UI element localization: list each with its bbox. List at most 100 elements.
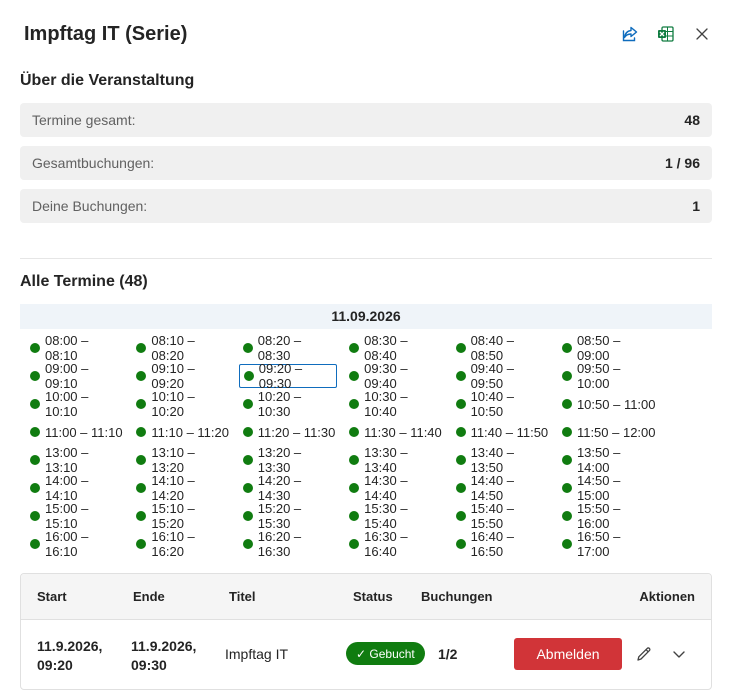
stat-label: Gesamtbuchungen: [32, 155, 155, 171]
time-slot[interactable]: 10:20 – 10:30 [239, 389, 337, 419]
status-dot [136, 483, 147, 493]
time-slot[interactable]: 10:50 – 11:00 [558, 392, 656, 416]
time-slot-label: 16:20 – 16:30 [257, 529, 302, 559]
table-row: 11.9.2026, 09:20 11.9.2026, 09:30 Impfta… [21, 620, 711, 690]
time-slot-label: 11:30 – 11:40 [364, 424, 442, 440]
time-slot-selected[interactable]: 09:20 – 09:30 [238, 361, 337, 391]
time-slot[interactable]: 09:30 – 09:40 [345, 361, 443, 391]
time-slot[interactable]: 11:50 – 12:00 [558, 420, 656, 444]
time-slot[interactable]: 08:40 – 08:50 [452, 333, 550, 363]
status-dot [30, 343, 40, 353]
time-slot[interactable]: 09:10 – 09:20 [132, 361, 230, 391]
column-header-start: Start [37, 589, 67, 604]
time-slot[interactable]: 14:30 – 14:40 [345, 473, 443, 503]
column-header-end: Ende [133, 589, 165, 604]
time-slot[interactable]: 09:50 – 10:00 [558, 361, 656, 391]
cell-end: 11.9.2026, 09:30 [131, 637, 196, 675]
time-slot[interactable]: 16:30 – 16:40 [345, 529, 443, 559]
status-dot [349, 343, 360, 353]
time-slot-label: 08:40 – 08:50 [470, 333, 514, 363]
time-slot[interactable]: 13:40 – 13:50 [452, 445, 550, 475]
status-dot [30, 427, 40, 437]
status-dot [561, 427, 572, 437]
time-slot-label: 09:50 – 10:00 [576, 361, 621, 391]
time-slot[interactable]: 15:50 – 16:00 [558, 501, 656, 531]
time-slot[interactable]: 15:10 – 15:20 [132, 501, 230, 531]
time-slot-label: 09:00 – 09:10 [45, 361, 89, 391]
time-slot[interactable]: 16:20 – 16:30 [239, 529, 337, 559]
status-dot [136, 343, 147, 353]
status-dot [349, 539, 360, 549]
time-slot-label: 09:40 – 09:50 [470, 361, 514, 391]
time-slot-label: 14:40 – 14:50 [470, 473, 514, 503]
status-dot [30, 539, 40, 549]
time-slot-label: 15:00 – 15:10 [45, 501, 89, 531]
time-slot[interactable]: 08:20 – 08:30 [239, 333, 337, 363]
status-dot [136, 511, 147, 521]
time-slot[interactable]: 10:30 – 10:40 [345, 389, 443, 419]
time-slot[interactable]: 16:40 – 16:50 [452, 529, 550, 559]
time-slot[interactable]: 16:10 – 16:20 [132, 529, 230, 559]
cell-start-date: 11.9.2026, [37, 638, 103, 654]
time-slot[interactable]: 09:40 – 09:50 [452, 361, 550, 391]
time-slot-label: 08:00 – 08:10 [45, 333, 89, 363]
time-slot[interactable]: 11:20 – 11:30 [239, 420, 337, 444]
cell-end-time: 09:30 [131, 657, 167, 673]
time-slot[interactable]: 14:20 – 14:30 [239, 473, 337, 503]
time-slot[interactable]: 11:30 – 11:40 [345, 420, 443, 444]
time-slot[interactable]: 08:30 – 08:40 [345, 333, 443, 363]
about-section-title: Über die Veranstaltung [20, 72, 195, 89]
time-slot[interactable]: 13:50 – 14:00 [558, 445, 656, 475]
time-slot-label: 15:40 – 15:50 [470, 501, 514, 531]
close-icon[interactable] [692, 24, 712, 44]
stat-label: Termine gesamt: [32, 112, 136, 128]
time-slot-label: 15:50 – 16:00 [576, 501, 621, 531]
status-dot [455, 427, 466, 437]
time-slot[interactable]: 10:00 – 10:10 [26, 389, 124, 419]
time-slot[interactable]: 13:30 – 13:40 [345, 445, 443, 475]
excel-icon[interactable] [656, 24, 676, 44]
time-slot[interactable]: 11:40 – 11:50 [452, 420, 550, 444]
edit-icon[interactable] [634, 644, 654, 664]
time-slot[interactable]: 11:00 – 11:10 [26, 420, 124, 444]
time-slot[interactable]: 14:00 – 14:10 [26, 473, 124, 503]
time-slot-label: 13:40 – 13:50 [470, 445, 514, 475]
time-slot[interactable]: 10:40 – 10:50 [452, 389, 550, 419]
status-dot [561, 511, 572, 521]
time-slot[interactable]: 14:10 – 14:20 [132, 473, 230, 503]
time-slot[interactable]: 16:00 – 16:10 [26, 529, 124, 559]
time-slot[interactable]: 11:10 – 11:20 [132, 420, 230, 444]
time-slot[interactable]: 14:40 – 14:50 [452, 473, 550, 503]
time-slot[interactable]: 09:00 – 09:10 [26, 361, 124, 391]
share-icon[interactable] [620, 24, 640, 44]
status-dot [349, 455, 360, 465]
time-slot[interactable]: 15:20 – 15:30 [239, 501, 337, 531]
stat-total-appointments: Termine gesamt: 48 [20, 103, 712, 137]
time-slot[interactable]: 08:50 – 09:00 [558, 333, 656, 363]
time-slot-label: 13:00 – 13:10 [45, 445, 89, 475]
time-slot[interactable]: 15:40 – 15:50 [452, 501, 550, 531]
cell-start: 11.9.2026, 09:20 [37, 637, 102, 675]
stat-value: 48 [684, 112, 700, 128]
time-slot-label: 16:10 – 16:20 [151, 529, 195, 559]
time-slot[interactable]: 14:50 – 15:00 [558, 473, 656, 503]
time-slot-label: 10:40 – 10:50 [470, 389, 514, 419]
time-slot[interactable]: 13:20 – 13:30 [239, 445, 337, 475]
status-dot [242, 483, 253, 493]
time-slot-label: 14:20 – 14:30 [257, 473, 302, 503]
status-dot [136, 427, 147, 437]
column-header-bookings: Buchungen [421, 589, 493, 604]
time-slot[interactable]: 10:10 – 10:20 [132, 389, 230, 419]
cancel-booking-button[interactable]: Abmelden [514, 638, 622, 670]
time-slot[interactable]: 08:10 – 08:20 [132, 333, 230, 363]
bookings-table: Start Ende Titel Status Buchungen Aktion… [20, 573, 712, 690]
time-slot[interactable]: 15:30 – 15:40 [345, 501, 443, 531]
status-dot [455, 455, 466, 465]
time-slot[interactable]: 13:10 – 13:20 [132, 445, 230, 475]
time-slot-label: 13:10 – 13:20 [151, 445, 195, 475]
time-slot[interactable]: 13:00 – 13:10 [26, 445, 124, 475]
time-slot[interactable]: 15:00 – 15:10 [26, 501, 124, 531]
time-slot[interactable]: 08:00 – 08:10 [26, 333, 124, 363]
time-slot[interactable]: 16:50 – 17:00 [558, 529, 656, 559]
chevron-down-icon[interactable] [669, 644, 689, 664]
